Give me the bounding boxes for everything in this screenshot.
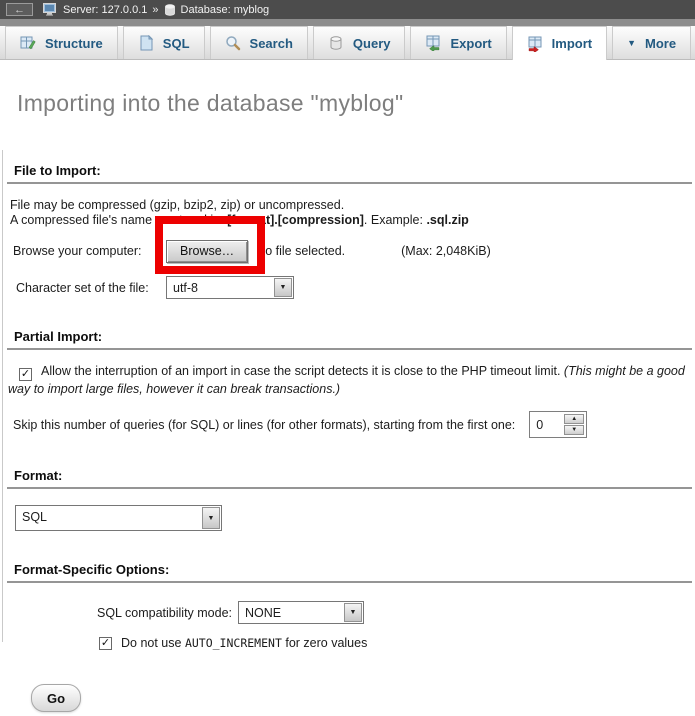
breadcrumb-server[interactable]: Server: 127.0.0.1 [63, 4, 147, 16]
format-select[interactable]: SQL ▼ [15, 505, 222, 531]
file-import-description: File may be compressed (gzip, bzip2, zip… [10, 198, 695, 228]
compression-info-line: File may be compressed (gzip, bzip2, zip… [10, 198, 695, 213]
format-selected-value: SQL [16, 506, 201, 530]
database-icon [164, 3, 176, 17]
tab-label: Structure [45, 36, 103, 51]
charset-row: Character set of the file: utf-8 ▼ [16, 276, 695, 299]
charset-selected-value: utf-8 [167, 277, 273, 298]
browse-row: Browse your computer: Browse… No file se… [13, 239, 695, 263]
page-content: Importing into the database "myblog" Fil… [0, 90, 695, 712]
skip-queries-value: 0 [532, 414, 564, 435]
server-icon [43, 3, 58, 17]
browse-button[interactable]: Browse… [166, 240, 248, 263]
sql-compatibility-select[interactable]: NONE ▼ [238, 601, 364, 624]
sql-compatibility-row: SQL compatibility mode: NONE ▼ [97, 601, 695, 624]
skip-queries-input[interactable]: 0 ▲ ▼ [529, 411, 587, 438]
partial-import-checkbox[interactable]: ✓ [19, 368, 32, 381]
tab-query[interactable]: Query [313, 26, 406, 59]
tab-label: More [645, 36, 676, 51]
breadcrumb-separator: » [152, 4, 158, 16]
structure-icon [20, 35, 36, 51]
dropdown-arrow-icon[interactable]: ▼ [344, 603, 362, 622]
topbar-shadow [0, 19, 695, 26]
dropdown-arrow-icon[interactable]: ▼ [202, 507, 220, 529]
autoincrement-checkbox[interactable]: ✓ [99, 637, 112, 650]
tab-more[interactable]: ▼ More [612, 26, 691, 59]
tab-label: Import [552, 36, 592, 51]
autoincrement-label: Do not use AUTO_INCREMENT for zero value… [121, 636, 367, 650]
section-heading-format: Format: [7, 468, 692, 489]
content-left-border [2, 150, 3, 642]
dropdown-arrow-icon[interactable]: ▼ [274, 278, 292, 297]
tab-label: SQL [163, 36, 190, 51]
charset-select[interactable]: utf-8 ▼ [166, 276, 294, 299]
tab-sql[interactable]: SQL [123, 26, 205, 59]
search-icon [225, 35, 241, 51]
import-icon [527, 36, 543, 52]
sql-icon [138, 35, 154, 51]
spinner-down-button[interactable]: ▼ [564, 425, 584, 435]
skip-queries-row: Skip this number of queries (for SQL) or… [13, 411, 695, 438]
section-heading-format-specific: Format-Specific Options: [7, 562, 692, 583]
sql-compatibility-value: NONE [239, 602, 343, 623]
query-icon [328, 35, 344, 51]
go-button[interactable]: Go [31, 684, 81, 712]
back-arrow-icon: ← [14, 5, 25, 15]
filename-info-line: A compressed file's name must end in .[f… [10, 213, 695, 228]
tab-search[interactable]: Search [210, 26, 308, 59]
spinner-buttons: ▲ ▼ [564, 414, 584, 435]
tab-structure[interactable]: Structure [5, 26, 118, 59]
allow-interruption-label: Allow the interruption of an import in c… [41, 364, 564, 378]
spinner-up-button[interactable]: ▲ [564, 414, 584, 424]
section-heading-file-to-import: File to Import: [7, 163, 692, 184]
page-title: Importing into the database "myblog" [17, 90, 695, 117]
tab-label: Export [450, 36, 491, 51]
tab-label: Query [353, 36, 391, 51]
back-button[interactable]: ← [6, 3, 33, 16]
section-heading-partial-import: Partial Import: [7, 329, 692, 350]
chevron-down-icon: ▼ [627, 38, 636, 48]
browse-your-computer-label: Browse your computer: [13, 244, 166, 258]
tab-label: Search [250, 36, 293, 51]
breadcrumb-bar: ← Server: 127.0.0.1 » Database: myblog [0, 0, 695, 19]
no-file-selected-text: No file selected. [256, 244, 345, 258]
charset-label: Character set of the file: [16, 281, 166, 295]
tab-export[interactable]: Export [410, 26, 506, 59]
tab-bar: Structure SQL Search Query Export [0, 26, 695, 60]
allow-interruption-row: ✓ Allow the interruption of an import in … [8, 363, 687, 397]
tab-import[interactable]: Import [512, 26, 607, 60]
max-size-text: (Max: 2,048KiB) [401, 244, 491, 258]
autoincrement-row: ✓ Do not use AUTO_INCREMENT for zero val… [99, 636, 695, 650]
breadcrumb-database[interactable]: Database: myblog [181, 4, 270, 16]
sql-compatibility-label: SQL compatibility mode: [97, 606, 232, 620]
skip-queries-label: Skip this number of queries (for SQL) or… [13, 418, 515, 432]
export-icon [425, 35, 441, 51]
